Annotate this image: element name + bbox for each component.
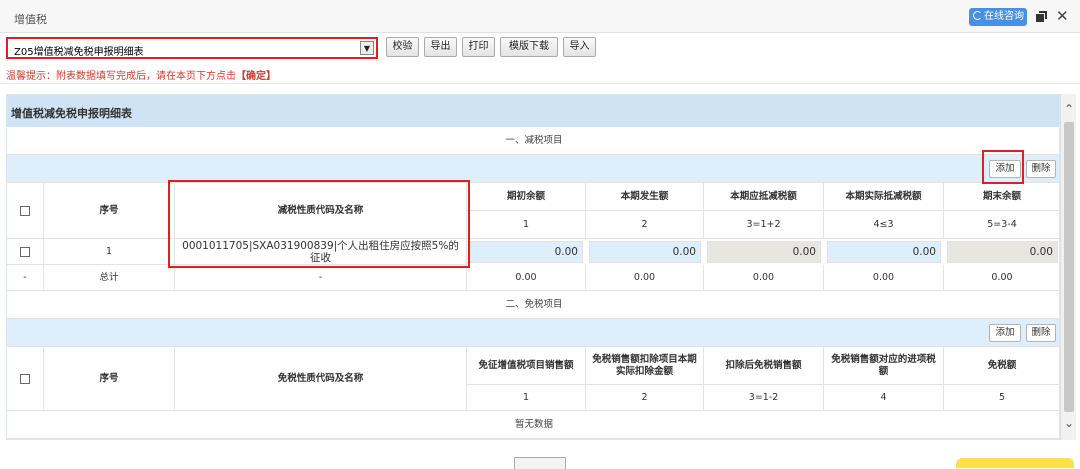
section1-op-row: 添加 删除	[7, 155, 1059, 183]
vertical-scrollbar[interactable]: ⌃ ⌄	[1060, 94, 1076, 440]
export-button[interactable]: 导出	[424, 37, 457, 57]
total-col-1: 0.00	[467, 265, 586, 291]
section2-delete-button[interactable]: 删除	[1026, 324, 1056, 342]
section2-formula-col-4: 4	[824, 385, 944, 411]
window-title: 增值税	[14, 13, 47, 26]
formula-col-4: 4≤3	[824, 211, 944, 239]
row-input-col-5: 0.00	[947, 241, 1058, 263]
total-col-4: 0.00	[824, 265, 944, 291]
close-icon[interactable]: ✕	[1056, 7, 1069, 25]
row-input-col-4[interactable]: 0.00	[827, 241, 941, 263]
panel-title: 增值税减免税申报明细表	[11, 107, 132, 120]
section2-header-col-4: 免税销售额对应的进项税额	[824, 347, 944, 385]
section2-select-all-cell	[7, 347, 44, 411]
total-col-3: 0.00	[704, 265, 824, 291]
section2-header-col-3: 扣除后免税销售额	[704, 347, 824, 385]
section2-empty-text: 暂无数据	[7, 411, 1059, 439]
window-titlebar: 增值税 在线咨询 ✕	[0, 0, 1080, 33]
highlight-name-column	[168, 180, 470, 268]
row-checkbox[interactable]	[20, 246, 30, 257]
row-checkbox-cell	[7, 239, 44, 265]
section2-header-col-5: 免税额	[944, 347, 1059, 385]
total-mark: -	[7, 265, 44, 291]
row-input-col-2[interactable]: 0.00	[589, 241, 701, 263]
select-all-cell	[7, 183, 44, 239]
section2-title: 二、免税项目	[7, 291, 1059, 319]
section2-formula-col-3: 3=1-2	[704, 385, 824, 411]
section2-formula-col-2: 2	[586, 385, 704, 411]
section2-formula-col-1: 1	[467, 385, 586, 411]
section2-header-col-1: 免征增值税项目销售额	[467, 347, 586, 385]
template-download-button[interactable]: 模版下载	[500, 37, 558, 57]
scroll-up-icon[interactable]: ⌃	[1064, 102, 1074, 116]
row-seq: 1	[44, 239, 175, 265]
hint-action: 【确定】	[236, 71, 276, 82]
header-col-5: 期末余额	[944, 183, 1059, 211]
section1-delete-button[interactable]: 删除	[1026, 160, 1056, 178]
toolbar: Z05增值税减免税申报明细表 ▼ 校验 导出 打印 模版下载 导入	[0, 33, 1080, 63]
row-input-col-1[interactable]: 0.00	[470, 241, 583, 263]
online-consult-label: 在线咨询	[984, 11, 1024, 22]
formula-col-2: 2	[586, 211, 704, 239]
formula-col-1: 1	[467, 211, 586, 239]
header-col-1: 期初余额	[467, 183, 586, 211]
header-col-4: 本期实际抵减税额	[824, 183, 944, 211]
restore-window-icon[interactable]	[1036, 11, 1048, 22]
section2-select-all-checkbox[interactable]	[20, 373, 30, 384]
table-select-dropdown[interactable]: Z05增值税减免税申报明细表 ▼	[6, 37, 378, 59]
header-seq: 序号	[44, 183, 175, 239]
section2-formula-col-5: 5	[944, 385, 1059, 411]
formula-col-3: 3=1+2	[704, 211, 824, 239]
validate-button[interactable]: 校验	[386, 37, 419, 57]
import-button[interactable]: 导入	[563, 37, 596, 57]
section2-header-exempt-name: 免税性质代码及名称	[175, 347, 467, 411]
section2-op-row: 添加 删除	[7, 319, 1059, 347]
total-col-5: 0.00	[944, 265, 1059, 291]
online-consult-button[interactable]: 在线咨询	[969, 8, 1027, 26]
hint-text: 温馨提示：附表数据填写完成后，请在本页下方点击【确定】	[6, 67, 276, 82]
print-button[interactable]: 打印	[462, 37, 495, 57]
confirm-button-partial[interactable]	[514, 457, 566, 469]
table-select-value: Z05增值税减免税申报明细表	[14, 47, 144, 58]
headset-icon	[973, 11, 982, 20]
total-name: -	[175, 265, 467, 291]
header-col-2: 本期发生额	[586, 183, 704, 211]
section2-header-seq: 序号	[44, 347, 175, 411]
section2-header-col-2: 免税销售额扣除项目本期实际扣除金额	[586, 347, 704, 385]
panel-header: 增值税减免税申报明细表	[7, 95, 1059, 127]
section1-title: 一、减税项目	[7, 127, 1059, 155]
total-col-2: 0.00	[586, 265, 704, 291]
total-label: 总计	[44, 265, 175, 291]
formula-col-5: 5=3-4	[944, 211, 1059, 239]
highlight-add-button	[982, 150, 1024, 184]
header-col-3: 本期应抵减税额	[704, 183, 824, 211]
declaration-panel: 增值税减免税申报明细表 一、减税项目 添加 删除 序号 减税性质代码及名称 期初…	[6, 94, 1060, 440]
section2-add-button[interactable]: 添加	[989, 324, 1021, 342]
scroll-down-icon[interactable]: ⌄	[1064, 416, 1074, 430]
divider	[0, 83, 1080, 84]
select-all-checkbox[interactable]	[20, 205, 30, 216]
row-input-col-3: 0.00	[707, 241, 821, 263]
scroll-thumb[interactable]	[1064, 122, 1074, 412]
chevron-down-icon[interactable]: ▼	[360, 41, 374, 55]
floating-helper-partial[interactable]	[956, 458, 1074, 468]
hint-prefix: 温馨提示：附表数据填写完成后，请在本页下方点击	[6, 71, 236, 82]
